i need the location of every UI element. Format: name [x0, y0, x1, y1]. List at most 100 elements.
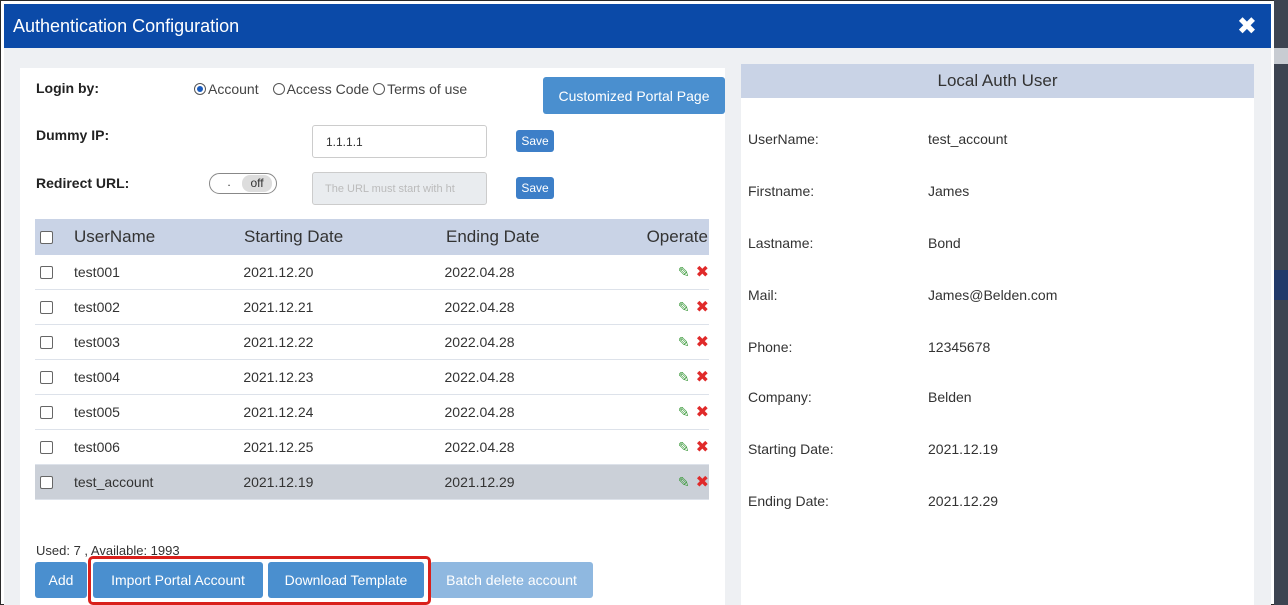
cell-ending-date: 2022.04.28	[444, 404, 515, 420]
account-table: UserName Starting Date Ending Date Opera…	[35, 219, 709, 500]
cell-starting-date: 2021.12.23	[243, 369, 314, 385]
radio-account-icon[interactable]	[194, 83, 206, 95]
table-row[interactable]: test004 2021.12.23 2022.04.28 ✎ ✖	[35, 360, 709, 395]
table-row[interactable]: test001 2021.12.20 2022.04.28 ✎ ✖	[35, 255, 709, 290]
cell-ending-date: 2022.04.28	[444, 369, 515, 385]
redirect-toggle[interactable]: . off	[209, 173, 277, 194]
cell-username: test006	[74, 439, 120, 455]
radio-access-code-label: Access Code	[286, 81, 370, 97]
close-icon[interactable]: ✖	[1237, 12, 1257, 41]
local-auth-field-label: Company:	[748, 389, 812, 405]
cell-username: test002	[74, 299, 120, 315]
modal-title: Authentication Configuration	[13, 16, 240, 36]
pencil-icon[interactable]: ✎	[678, 439, 690, 456]
cell-starting-date: 2021.12.19	[243, 474, 314, 490]
row-checkbox[interactable]	[40, 475, 53, 489]
col-ending-date: Ending Date	[446, 227, 540, 246]
table-row[interactable]: test006 2021.12.25 2022.04.28 ✎ ✖	[35, 430, 709, 465]
local-auth-field-label: Starting Date:	[748, 441, 834, 457]
local-auth-title: Local Auth User	[741, 64, 1254, 98]
cell-starting-date: 2021.12.21	[243, 299, 314, 315]
add-button[interactable]: Add	[35, 562, 87, 598]
row-checkbox[interactable]	[40, 335, 53, 349]
cell-starting-date: 2021.12.20	[243, 264, 314, 280]
delete-x-icon[interactable]: ✖	[696, 472, 709, 492]
cell-username: test_account	[74, 474, 154, 490]
toggle-state-text: off	[242, 175, 272, 192]
local-auth-field-value: Belden	[928, 389, 972, 405]
cell-ending-date: 2022.04.28	[444, 439, 515, 455]
local-auth-field-label: Lastname:	[748, 235, 814, 251]
pencil-icon[interactable]: ✎	[678, 369, 690, 386]
radio-access-code-icon[interactable]	[272, 83, 285, 95]
cell-starting-date: 2021.12.25	[243, 439, 314, 455]
pencil-icon[interactable]: ✎	[678, 474, 690, 491]
pencil-icon[interactable]: ✎	[678, 404, 690, 421]
table-row[interactable]: test005 2021.12.24 2022.04.28 ✎ ✖	[35, 395, 709, 430]
radio-account[interactable]: Account	[194, 81, 259, 97]
local-auth-field-label: Ending Date:	[748, 493, 829, 509]
cell-operate: ✎ ✖	[608, 332, 709, 352]
background-strip	[1274, 0, 1288, 605]
row-checkbox[interactable]	[40, 265, 53, 279]
table-row[interactable]: test_account 2021.12.19 2021.12.29 ✎ ✖	[35, 465, 709, 500]
row-checkbox[interactable]	[40, 370, 53, 384]
pencil-icon[interactable]: ✎	[678, 264, 690, 281]
delete-x-icon[interactable]: ✖	[696, 437, 709, 457]
delete-x-icon[interactable]: ✖	[696, 332, 709, 352]
login-by-radio-group: Account Access Code Terms of use	[194, 81, 477, 97]
local-auth-field-label: Firstname:	[748, 183, 815, 199]
radio-account-label: Account	[208, 81, 259, 97]
local-auth-field-value: 2021.12.29	[928, 493, 999, 509]
radio-access-code[interactable]: Access Code	[272, 81, 370, 97]
cell-ending-date: 2022.04.28	[444, 264, 515, 280]
redirect-url-input: The URL must start with ht	[312, 172, 487, 205]
delete-x-icon[interactable]: ✖	[696, 367, 709, 387]
cell-operate: ✎ ✖	[608, 472, 709, 492]
dummy-ip-save-button[interactable]: Save	[516, 130, 554, 152]
batch-delete-account-button: Batch delete account	[430, 562, 593, 598]
redirect-url-save-button[interactable]: Save	[516, 177, 554, 199]
cell-starting-date: 2021.12.24	[243, 404, 314, 420]
pencil-icon[interactable]: ✎	[678, 299, 690, 316]
local-auth-field-label: UserName:	[748, 131, 819, 147]
redirect-url-label: Redirect URL:	[36, 175, 130, 191]
cell-starting-date: 2021.12.22	[243, 334, 314, 350]
col-operate: Operate	[646, 227, 708, 246]
row-checkbox[interactable]	[40, 300, 53, 314]
local-auth-field-value: James@Belden.com	[928, 287, 1058, 303]
table-row[interactable]: test002 2021.12.21 2022.04.28 ✎ ✖	[35, 290, 709, 325]
delete-x-icon[interactable]: ✖	[696, 402, 709, 422]
cell-username: test001	[74, 264, 120, 280]
local-auth-field-value: Bond	[928, 235, 961, 251]
row-checkbox[interactable]	[40, 405, 53, 419]
select-all-checkbox[interactable]	[40, 230, 53, 244]
radio-terms-label: Terms of use	[387, 81, 468, 97]
cell-operate: ✎ ✖	[608, 262, 709, 282]
local-auth-field-label: Phone:	[748, 339, 793, 355]
cell-operate: ✎ ✖	[608, 437, 709, 457]
cell-operate: ✎ ✖	[608, 367, 709, 387]
cell-operate: ✎ ✖	[608, 297, 709, 317]
row-checkbox[interactable]	[40, 440, 53, 454]
col-username: UserName	[74, 227, 156, 246]
delete-x-icon[interactable]: ✖	[696, 262, 709, 282]
table-row[interactable]: test003 2021.12.22 2022.04.28 ✎ ✖	[35, 325, 709, 360]
toggle-knob: .	[212, 176, 246, 191]
pencil-icon[interactable]: ✎	[678, 334, 690, 351]
cell-username: test003	[74, 334, 120, 350]
cell-operate: ✎ ✖	[608, 402, 709, 422]
local-auth-field-value: test_account	[928, 131, 1008, 147]
cell-ending-date: 2022.04.28	[444, 334, 515, 350]
radio-terms-of-use[interactable]: Terms of use	[373, 81, 467, 97]
local-auth-field-value: 12345678	[928, 339, 991, 355]
cell-username: test005	[74, 404, 120, 420]
customized-portal-page-button[interactable]: Customized Portal Page	[543, 77, 725, 114]
delete-x-icon[interactable]: ✖	[696, 297, 709, 317]
col-starting-date: Starting Date	[244, 227, 344, 246]
modal-titlebar: Authentication Configuration ✖	[4, 4, 1271, 48]
dummy-ip-label: Dummy IP:	[36, 127, 110, 143]
local-auth-field-label: Mail:	[748, 287, 778, 303]
radio-terms-icon[interactable]	[373, 83, 386, 95]
dummy-ip-input[interactable]: 1.1.1.1	[312, 125, 487, 158]
